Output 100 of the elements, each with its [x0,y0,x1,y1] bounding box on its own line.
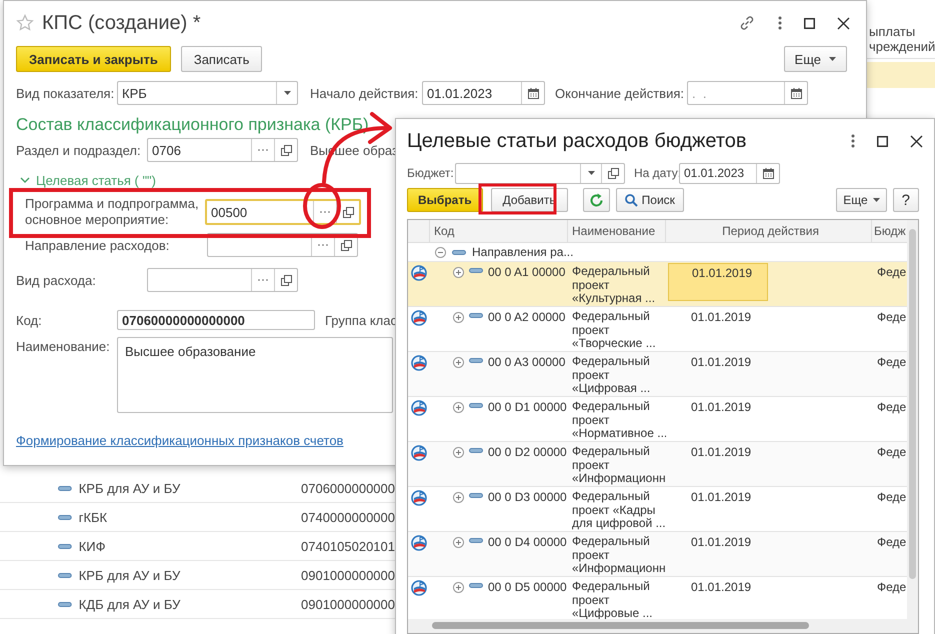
refresh-icon [588,192,604,208]
dash-icon [58,486,72,490]
caret-icon [829,57,836,61]
dash-icon [452,250,466,254]
section-title: Состав классификационного признака (КРБ) [16,114,370,136]
group-row-name[interactable]: Направления ра... [472,245,574,259]
add-button[interactable]: Добавить [490,188,568,212]
more-button[interactable]: Еще [836,188,887,212]
dash-icon [58,572,72,578]
calendar-icon [790,88,802,98]
link[interactable]: Формирование классификационных признаков счетов [16,433,344,448]
globe-icon [410,445,428,461]
column-header[interactable]: Период действия [666,220,872,242]
expand-icon[interactable] [453,537,464,548]
globe-icon [410,580,428,596]
expand-icon[interactable] [453,402,464,413]
dash-icon [469,448,483,453]
column-header[interactable]: Код [430,220,568,242]
table-cell-text: Федеральный проект «Цифровая ... [571,355,650,396]
section-field[interactable]: 0706 [147,138,298,162]
open-icon [280,274,292,286]
table-cell-text: Феде [876,580,906,594]
save-and-close-button[interactable]: Записать и закрыть [16,46,171,72]
dash-icon [469,268,483,273]
table-cell-text: Федеральный проект «Информационн [571,535,666,576]
table-cell: 00 0 D4 00000 [488,535,567,549]
name-field[interactable]: Высшее образование [117,337,393,413]
star-icon[interactable] [16,14,34,32]
list-item-code: 0901000000000 [301,596,395,612]
table-cell-text: 01.01.2019 [690,354,752,371]
table-cell: 00 0 A3 00000 [488,355,566,369]
table-cell-text: Феде [876,310,906,324]
scrollbar[interactable] [907,220,918,619]
collapse-icon[interactable] [435,246,446,258]
more-button[interactable]: Еще [784,46,847,72]
scrollbar[interactable] [408,619,918,633]
table-cell-text: Феде [876,445,906,459]
date-field[interactable]: 01.01.2023 [422,81,545,105]
field-label: Наименование: [16,339,111,354]
table-cell-text: 01.01.2019 [690,309,752,326]
caret-icon [588,171,594,175]
save-button[interactable]: Записать [180,46,262,72]
date-field[interactable]: 01.01.2023 [679,162,780,184]
column-header[interactable]: Бюдж [872,220,907,242]
search-icon [624,194,638,206]
dash-icon [58,544,72,548]
refresh-button[interactable] [582,188,610,212]
program-field[interactable]: 00500 [205,199,361,225]
select-button[interactable]: Выбрать [407,188,483,212]
field-label: Код: [16,312,43,328]
link-icon[interactable] [738,14,756,32]
calendar-icon [528,88,538,98]
indicator-type-field[interactable]: КРБ [117,81,298,105]
table-row[interactable]: 00 0 A2 00000 Федеральный проект «Творческие ... 01.01.2019 Феде [408,307,907,352]
table-row[interactable]: 00 0 A1 00000 Федеральный проект «Культурная ... 01.01.2019 Феде [408,262,907,307]
globe-icon [410,535,428,551]
table-cell-text: Федеральный проект «Творческие ... [571,310,656,350]
list-item-code: 0901000000000 [301,568,395,582]
more-icon[interactable] [851,134,855,148]
calendar-icon [762,168,774,178]
globe-icon [410,310,428,326]
table-row[interactable]: 00 0 D4 00000 Федеральный проект «Информационн 01.01.2019 Феде [408,532,907,577]
maximize-icon[interactable] [877,136,888,146]
table-cell-text: 01.01.2019 [690,444,752,461]
dash-icon [58,602,72,606]
close-icon[interactable] [910,134,923,148]
more-icon[interactable] [778,16,782,30]
code-field[interactable]: 07060000000000000 [117,310,315,330]
expand-icon[interactable] [453,312,464,323]
table-row[interactable]: 00 0 D1 00000 Федеральный проект «Нормативное ... 01.01.2019 Феде [408,397,907,442]
expand-icon[interactable] [453,492,464,503]
table-row[interactable]: 00 0 D2 00000 Федеральный проект «Информационн 01.01.2019 Феде [408,442,907,487]
table-row[interactable]: 00 0 A3 00000 Федеральный проект «Цифровая ... 01.01.2019 Феде [408,352,907,397]
dash-icon [469,538,483,543]
table-cell: 01.01.2019 [668,263,768,301]
caret-icon [284,91,290,95]
table-cell-text: Феде [876,490,906,504]
maximize-icon[interactable] [804,18,815,28]
dash-icon [469,313,483,318]
expand-icon[interactable] [453,447,464,458]
expense-type-field[interactable] [147,268,298,292]
help-button[interactable]: ? [892,188,919,212]
budget-field[interactable] [455,162,625,184]
expand-icon[interactable] [453,357,464,368]
expand-icon[interactable] [453,582,464,593]
table-row[interactable]: 00 0 D3 00000 Федеральный проект «Кадры для цифровой ... 01.01.2019 Феде [408,487,907,532]
column-header[interactable]: Наименование [568,220,666,242]
table-cell-text: Федеральный проект «Информационн [571,445,666,486]
list-item-code: 0706000000000 [301,480,395,496]
table-cell: 00 0 D2 00000 [488,445,567,459]
table-cell-text: Феде [876,535,906,549]
table-cell-text: Федеральный проект «Нормативное ... [571,400,666,440]
table-cell: 00 0 A1 00000 [488,265,566,279]
search-button[interactable]: Поиск [616,188,684,212]
close-icon[interactable] [837,16,850,30]
window-title: Целевые статьи расходов бюджетов [407,130,747,152]
dash-icon [469,493,483,498]
expand-icon[interactable] [453,267,464,278]
table-cell-text: Феде [876,355,906,369]
list-item-code: 0740105020101 [301,538,395,554]
